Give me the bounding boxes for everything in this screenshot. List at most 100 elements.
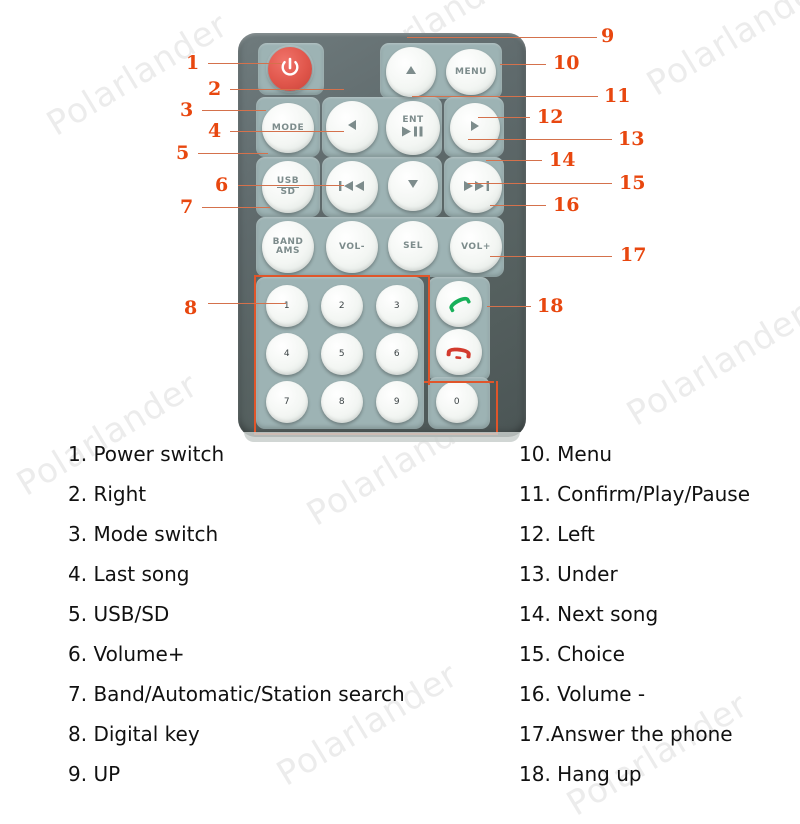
button-label: USB SD xyxy=(276,176,300,197)
legend-item: 10. Menu xyxy=(519,442,613,466)
phone-answer-icon xyxy=(449,296,471,312)
button-label: VOL+ xyxy=(461,241,491,252)
callout-number-1: 1 xyxy=(186,52,200,74)
callout-number-3: 3 xyxy=(180,99,194,121)
callout-number-12: 12 xyxy=(537,106,564,128)
legend-item: 1. Power switch xyxy=(68,442,225,466)
callout-leader-18 xyxy=(487,306,531,307)
legend-item: 17.Answer the phone xyxy=(519,722,733,746)
legend-item: 4. Last song xyxy=(68,562,190,586)
previous-track-icon xyxy=(339,181,364,191)
callout-number-6: 6 xyxy=(215,174,229,196)
power-icon xyxy=(281,57,299,76)
callout-number-7: 7 xyxy=(180,196,194,218)
callout-leader-3 xyxy=(202,110,266,111)
triangle-up-icon xyxy=(405,66,416,74)
callout-leader-5 xyxy=(198,153,268,154)
remote-button-left[interactable] xyxy=(326,101,378,153)
callout-number-2: 2 xyxy=(208,78,222,100)
callout-leader-9 xyxy=(407,37,597,38)
phone-answer-icon-wrap xyxy=(444,292,474,317)
remote-button-hangup[interactable] xyxy=(436,329,482,375)
callout-leader-8 xyxy=(208,303,286,304)
button-label: ENT xyxy=(401,115,425,141)
keypad-outline-lower xyxy=(254,381,498,435)
remote-button-volplus[interactable]: VOL+ xyxy=(450,221,502,273)
button-label: BAND AMS xyxy=(272,237,304,256)
watermark-text: Polarlander xyxy=(620,295,800,435)
legend-item: 8. Digital key xyxy=(68,722,200,746)
callout-number-8: 8 xyxy=(184,297,198,319)
callout-leader-7 xyxy=(202,207,270,208)
callout-number-9: 9 xyxy=(601,25,615,47)
callout-leader-6 xyxy=(238,185,344,186)
legend-item: 15. Choice xyxy=(519,642,625,666)
remote-button-right[interactable] xyxy=(450,103,500,153)
callout-number-11: 11 xyxy=(604,85,631,107)
remote-button-volminus[interactable]: VOL- xyxy=(326,221,378,273)
remote-button-menu[interactable]: MENU xyxy=(446,49,496,95)
legend-item: 18. Hang up xyxy=(519,762,642,786)
legend-item: 11. Confirm/Play/Pause xyxy=(519,482,750,506)
remote-button-up[interactable] xyxy=(386,47,436,97)
triangle-right-icon xyxy=(470,121,479,131)
triangle-left-icon-wrap xyxy=(346,119,359,135)
remote-button-ent[interactable]: ENT xyxy=(386,101,440,155)
triangle-down-icon-wrap xyxy=(407,178,420,194)
callout-leader-15 xyxy=(468,183,612,184)
legend-item: 9. UP xyxy=(68,762,121,786)
remote-control-body: MENU MODE ENT USB SD BAND AMS VOL- SEL VOL+ 1 2 3 4 5 6… xyxy=(238,33,526,442)
triangle-down-icon xyxy=(407,180,418,188)
legend-column-right: 10. Menu 11. Confirm/Play/Pause 12. Left 13… xyxy=(519,444,800,804)
remote-button-down[interactable] xyxy=(388,161,438,211)
keypad-outline-main xyxy=(254,275,430,385)
previous-track-icon-wrap xyxy=(338,179,366,195)
watermark-text: Polarlander xyxy=(640,0,800,105)
remote-button-sel[interactable]: SEL xyxy=(388,221,438,271)
legend-item: 13. Under xyxy=(519,562,618,586)
callout-number-14: 14 xyxy=(549,149,576,171)
triangle-left-icon xyxy=(347,120,356,130)
play-pause-icon xyxy=(402,126,423,136)
callout-leader-4 xyxy=(230,131,344,132)
legend-item: 12. Left xyxy=(519,522,595,546)
callout-leader-16 xyxy=(490,205,546,206)
callout-number-5: 5 xyxy=(176,142,190,164)
callout-leader-11 xyxy=(412,96,598,97)
remote-button-mode[interactable]: MODE xyxy=(262,103,314,153)
keypad-outline-right-edge xyxy=(424,381,494,385)
remote-button-prev[interactable] xyxy=(326,161,378,213)
legend-item: 7. Band/Automatic/Station search xyxy=(68,682,405,706)
button-label: VOL- xyxy=(339,241,365,252)
legend-block: 1. Power switch 2. Right 3. Mode switch 4. … xyxy=(0,444,800,800)
button-label: SEL xyxy=(403,240,423,251)
triangle-right-icon-wrap xyxy=(469,120,482,136)
legend-item: 6. Volume+ xyxy=(68,642,185,666)
legend-item: 5. USB/SD xyxy=(68,602,170,626)
callout-leader-12 xyxy=(478,117,530,118)
legend-item: 14. Next song xyxy=(519,602,659,626)
callout-number-10: 10 xyxy=(553,52,580,74)
callout-number-17: 17 xyxy=(620,244,647,266)
power-icon-wrap xyxy=(278,56,302,83)
callout-number-4: 4 xyxy=(208,120,222,142)
remote-button-answer[interactable] xyxy=(436,281,482,327)
next-track-icon-wrap xyxy=(462,179,490,195)
callout-leader-10 xyxy=(500,64,546,65)
remote-button-bandams[interactable]: BAND AMS xyxy=(262,221,314,273)
triangle-up-icon-wrap xyxy=(405,64,418,80)
callout-number-16: 16 xyxy=(553,194,580,216)
callout-number-18: 18 xyxy=(537,295,564,317)
callout-leader-14 xyxy=(486,160,542,161)
play-pause-icon-wrap xyxy=(401,126,425,140)
phone-hangup-icon xyxy=(446,347,471,359)
remote-button-power[interactable] xyxy=(268,47,312,91)
callout-number-13: 13 xyxy=(618,128,645,150)
callout-number-15: 15 xyxy=(619,172,646,194)
next-track-icon xyxy=(464,181,489,191)
remote-button-usbsd[interactable]: USB SD xyxy=(262,161,314,213)
phone-hangup-icon-wrap xyxy=(443,340,475,365)
callout-leader-2 xyxy=(230,89,344,90)
callout-leader-17 xyxy=(490,256,612,257)
callout-leader-13 xyxy=(468,139,612,140)
